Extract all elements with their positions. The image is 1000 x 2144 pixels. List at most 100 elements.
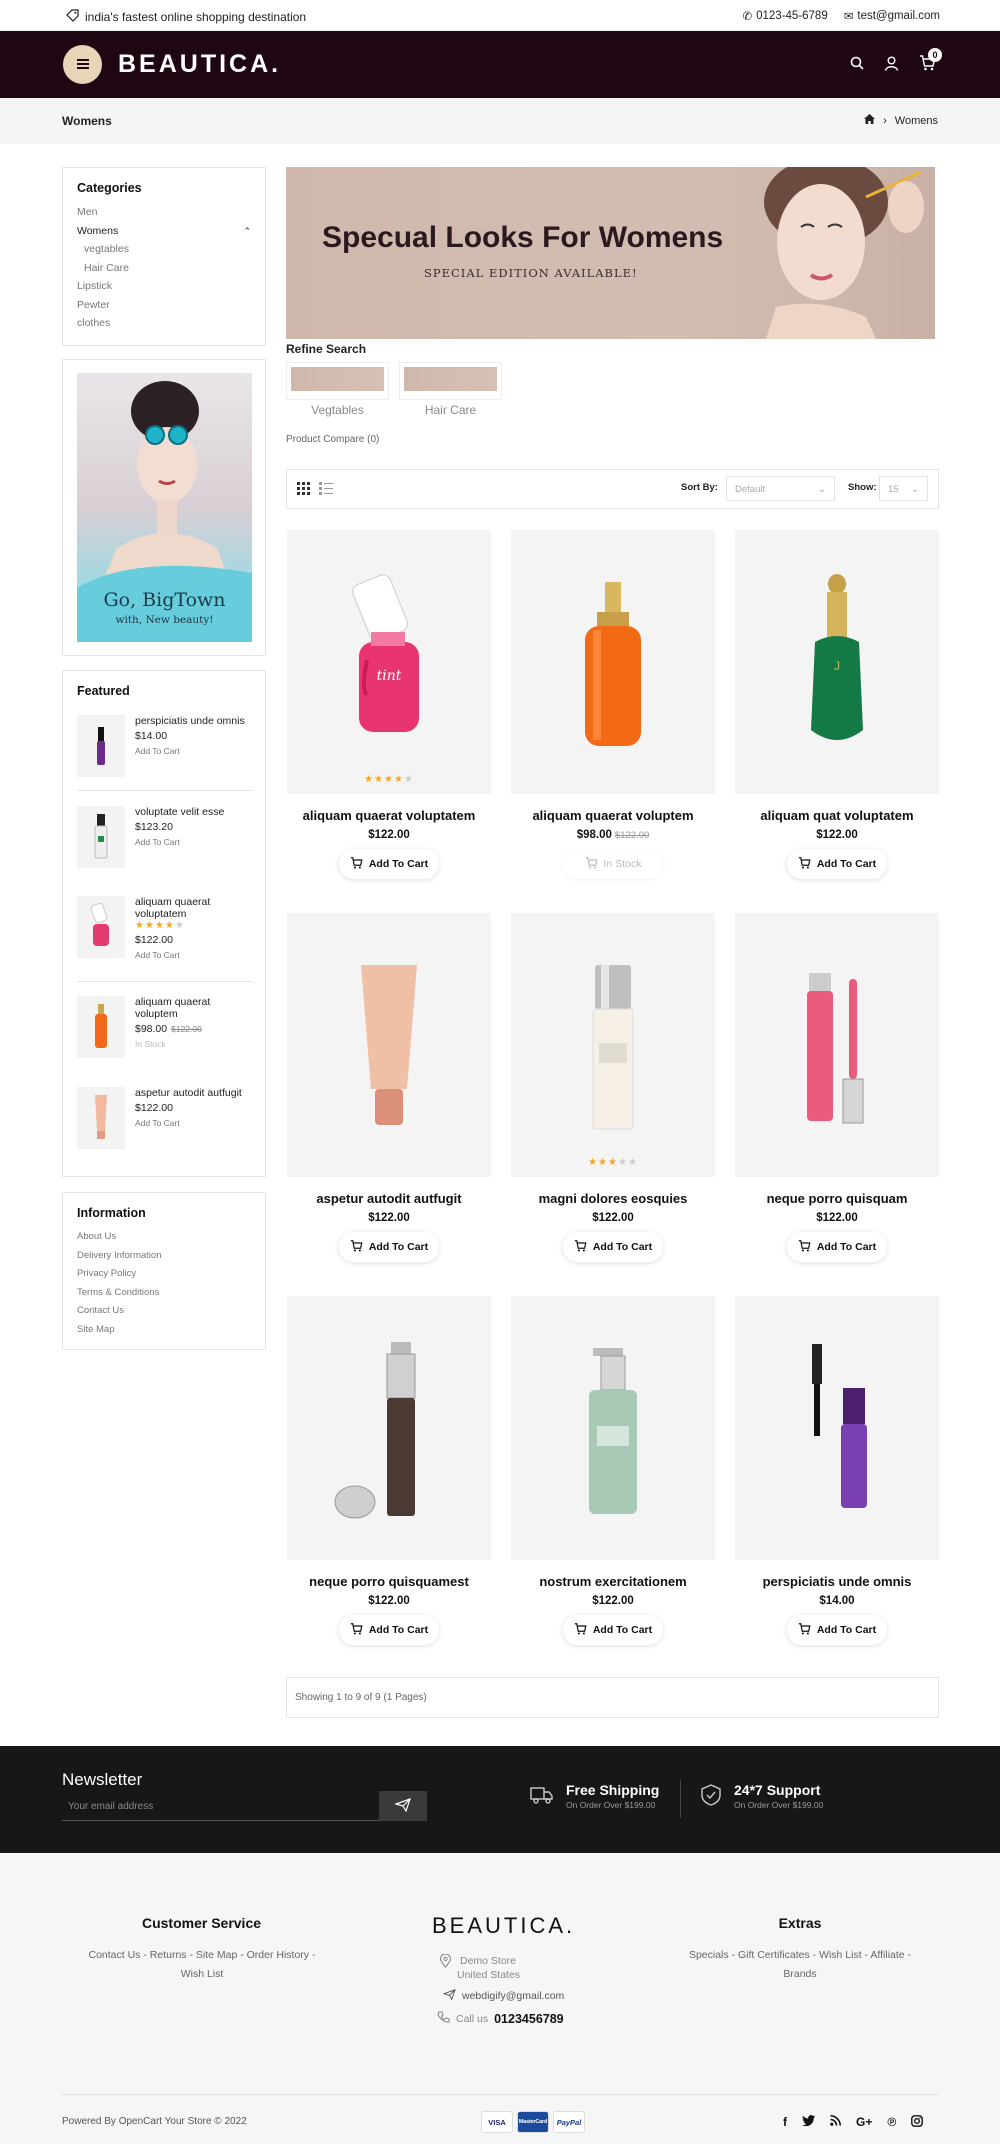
featured-thumb-tint[interactable]	[77, 896, 125, 958]
info-link-contact[interactable]: Contact Us	[77, 1302, 251, 1321]
add-to-cart-button[interactable]: Add To Cart	[563, 1232, 663, 1262]
category-clothes[interactable]: clothes	[77, 314, 251, 333]
extras-links-row[interactable]: Brands	[660, 1965, 940, 1984]
user-icon[interactable]	[884, 56, 899, 74]
featured-name[interactable]: aliquam quaerat voluptem	[135, 996, 255, 1020]
product-image-green-bottle[interactable]: J	[735, 530, 939, 794]
product-name[interactable]: nostrum exercitationem	[511, 1574, 715, 1589]
featured-item[interactable]: aspetur autodit autfugit $122.00 Add To Ca…	[77, 1087, 252, 1167]
product-name[interactable]: neque porro quisquam	[735, 1191, 939, 1206]
product-image-serum-bottle[interactable]	[511, 913, 715, 1177]
product-name[interactable]: aliquam quaerat voluptatem	[287, 808, 491, 823]
add-to-cart-button[interactable]: Add To Cart	[339, 849, 439, 879]
facebook-icon[interactable]: f	[783, 2115, 787, 2130]
product-image-tint[interactable]: tint	[287, 530, 491, 794]
list-view-icon[interactable]	[319, 482, 333, 499]
featured-item[interactable]: voluptate velit esse $123.20 Add To Cart	[77, 806, 252, 886]
product-image-orange-serum[interactable]	[511, 530, 715, 794]
cart-button[interactable]: 0	[919, 48, 942, 74]
featured-name[interactable]: aliquam quaerat voluptatem	[135, 896, 255, 920]
featured-add-to-cart[interactable]: Add To Cart	[135, 950, 255, 960]
featured-name[interactable]: perspiciatis unde omnis	[135, 715, 255, 727]
featured-thumb-serum[interactable]	[77, 806, 125, 868]
add-to-cart-button[interactable]: Add To Cart	[787, 1232, 887, 1262]
grid-view-icon[interactable]	[297, 482, 311, 499]
featured-name[interactable]: aspetur autodit autfugit	[135, 1087, 255, 1099]
phone-contact[interactable]: ✆ 0123-45-6789	[742, 9, 827, 23]
featured-item[interactable]: aliquam quaerat voluptem $98.00 $122.00 In …	[77, 996, 252, 1076]
add-to-cart-button[interactable]: Add To Cart	[339, 1232, 439, 1262]
footer-email[interactable]: webdigify@gmail.com	[442, 1989, 565, 2003]
footer-email-text: webdigify@gmail.com	[462, 1990, 565, 2002]
email-contact[interactable]: ✉ test@gmail.com	[844, 9, 940, 23]
featured-thumb-mascara[interactable]	[77, 715, 125, 777]
newsletter-submit-button[interactable]	[379, 1791, 427, 1821]
rss-icon[interactable]	[830, 2115, 841, 2130]
menu-button[interactable]	[63, 45, 102, 84]
home-icon[interactable]	[864, 114, 876, 127]
search-icon[interactable]	[850, 56, 864, 73]
twitter-icon[interactable]	[802, 2115, 815, 2130]
refine-label-hair-care[interactable]: Hair Care	[399, 403, 502, 417]
product-image-mascara[interactable]	[735, 1296, 939, 1560]
featured-add-to-cart[interactable]: Add To Cart	[135, 746, 255, 756]
featured-name[interactable]: voluptate velit esse	[135, 806, 255, 818]
refine-label-vegtables[interactable]: Vegtables	[286, 403, 389, 417]
refine-thumb-hair-care[interactable]	[399, 362, 502, 400]
category-womens[interactable]: Womens ⌃	[77, 222, 251, 241]
product-name[interactable]: aspetur autodit autfugit	[287, 1191, 491, 1206]
add-to-cart-button[interactable]: Add To Cart	[339, 1615, 439, 1645]
product-image-spray[interactable]	[287, 1296, 491, 1560]
google-plus-icon[interactable]: G+	[856, 2115, 872, 2130]
category-hair-care[interactable]: Hair Care	[77, 259, 251, 278]
customer-service-links-row[interactable]: Contact Us - Returns - Site Map - Order …	[62, 1946, 342, 1965]
category-vegtables[interactable]: vegtables	[77, 240, 251, 259]
pinterest-icon[interactable]: ℗	[887, 2115, 896, 2130]
product-name[interactable]: perspiciatis unde omnis	[735, 1574, 939, 1589]
breadcrumb-current[interactable]: Womens	[895, 115, 938, 127]
cart-icon	[798, 1239, 811, 1255]
info-link-terms[interactable]: Terms & Conditions	[77, 1284, 251, 1303]
mail-icon: ✉	[843, 11, 854, 23]
customer-service-links-row[interactable]: Wish List	[62, 1965, 342, 1984]
show-limit-select[interactable]: 15 ⌄	[879, 476, 928, 501]
sort-by-select[interactable]: Default ⌄	[726, 476, 835, 501]
phone-icon: ✆	[742, 11, 753, 23]
info-link-sitemap[interactable]: Site Map	[77, 1321, 251, 1340]
category-lipstick[interactable]: Lipstick	[77, 277, 251, 296]
featured-add-to-cart[interactable]: Add To Cart	[135, 1118, 255, 1128]
info-link-delivery[interactable]: Delivery Information	[77, 1247, 251, 1266]
info-link-privacy[interactable]: Privacy Policy	[77, 1265, 251, 1284]
featured-add-to-cart[interactable]: Add To Cart	[135, 837, 255, 847]
product-image-pump-bottle[interactable]	[511, 1296, 715, 1560]
featured-item[interactable]: aliquam quaerat voluptatem ★★★★★ $122.00 Ad…	[77, 896, 252, 976]
view-toggle	[297, 482, 333, 499]
footer-logo[interactable]: BEAUTICA.	[432, 1913, 575, 1939]
product-name[interactable]: magni dolores eosquies	[511, 1191, 715, 1206]
product-image-lip-gloss[interactable]	[735, 913, 939, 1177]
newsletter-email-input[interactable]: Your email address	[62, 1791, 379, 1821]
product-image-tube[interactable]	[287, 913, 491, 1177]
featured-thumb-tube[interactable]	[77, 1087, 125, 1149]
product-name[interactable]: aliquam quaerat voluptem	[511, 808, 715, 823]
extras-links-row[interactable]: Specials - Gift Certificates - Wish List…	[660, 1946, 940, 1965]
info-link-about[interactable]: About Us	[77, 1228, 251, 1247]
site-logo[interactable]: BEAUTICA.	[118, 50, 281, 79]
product-compare-link[interactable]: Product Compare (0)	[286, 434, 379, 445]
instagram-icon[interactable]	[911, 2115, 924, 2130]
address-line: Demo Store	[460, 1955, 517, 1967]
chevron-up-icon[interactable]: ⌃	[243, 222, 251, 241]
product-name[interactable]: neque porro quisquamest	[287, 1574, 491, 1589]
category-men[interactable]: Men	[77, 203, 251, 222]
add-to-cart-button[interactable]: Add To Cart	[563, 1615, 663, 1645]
featured-item[interactable]: perspiciatis unde omnis $14.00 Add To Cart	[77, 715, 252, 795]
side-promo-banner[interactable]: Go, BigTown with, New beauty!	[77, 373, 252, 642]
add-to-cart-label: Add To Cart	[368, 858, 429, 870]
add-to-cart-button[interactable]: Add To Cart	[787, 1615, 887, 1645]
featured-thumb-orange-serum[interactable]	[77, 996, 125, 1058]
refine-thumb-vegtables[interactable]	[286, 362, 389, 400]
product-name[interactable]: aliquam quat voluptatem	[735, 808, 939, 823]
footer-call[interactable]: Call us 0123456789	[437, 2011, 564, 2027]
add-to-cart-button[interactable]: Add To Cart	[787, 849, 887, 879]
category-pewter[interactable]: Pewter	[77, 296, 251, 315]
